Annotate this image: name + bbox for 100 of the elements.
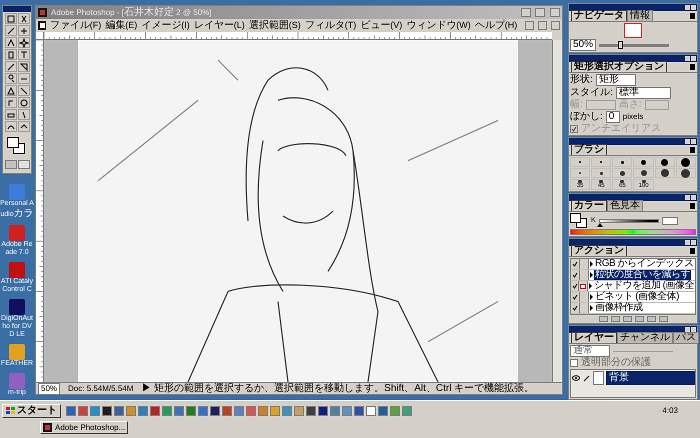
field-label: 高さ:	[618, 100, 642, 110]
tool-button[interactable]	[18, 37, 30, 48]
tool-button[interactable]	[18, 25, 30, 36]
palette-tab[interactable]: 矩形選択オプション	[571, 61, 667, 72]
action-checkbox[interactable]	[571, 292, 580, 302]
tool-icon	[6, 74, 16, 84]
menu-item[interactable]: レイヤー(L)	[194, 20, 245, 30]
palette-tab[interactable]: チャンネル	[617, 332, 673, 343]
tool-button[interactable]	[18, 97, 30, 108]
dialog-toggle[interactable]	[580, 292, 589, 302]
menu-item[interactable]: 選択範囲(S)	[248, 20, 301, 30]
menu-item[interactable]: フィルタ(T)	[304, 20, 356, 30]
width-field[interactable]	[586, 100, 616, 110]
palette-tab[interactable]: カラー	[571, 200, 607, 211]
tool-button[interactable]	[4, 121, 16, 132]
tool-button[interactable]	[4, 73, 16, 84]
maximize-button[interactable]	[535, 8, 545, 17]
palette-tab[interactable]: 情報	[627, 10, 653, 21]
menu-item[interactable]: 編集(E)	[105, 20, 138, 30]
dialog-toggle[interactable]	[580, 303, 589, 313]
tool-icon	[18, 14, 28, 24]
field-label: 透明部分の保護	[581, 358, 651, 368]
action-checkbox[interactable]	[571, 270, 580, 280]
status-message: ▶ 矩形の範囲を選択するか、選択範囲を移動します。Shift、Alt、Ctrl キーで機能拡張。	[141, 384, 534, 394]
navigator-thumbnail	[624, 23, 642, 38]
palette-tab[interactable]: 色見本	[607, 200, 643, 211]
field-label: ぼかし:	[570, 112, 603, 122]
windows-logo-icon	[6, 407, 15, 415]
tool-button[interactable]	[4, 25, 16, 36]
tool-button[interactable]	[18, 85, 30, 96]
menu-item[interactable]: ビュー(V)	[360, 20, 402, 30]
action-checkbox[interactable]	[571, 259, 580, 269]
brush-icon	[582, 374, 591, 382]
field-label: アンチエイリアス	[581, 124, 661, 134]
desktop-app-icon[interactable]	[9, 298, 25, 315]
tool-button[interactable]	[4, 37, 16, 48]
tool-button[interactable]	[4, 49, 16, 60]
tool-button[interactable]	[4, 13, 16, 24]
tool-button[interactable]	[18, 109, 30, 120]
document-size[interactable]: Doc: 5.54M/5.54M	[68, 384, 134, 392]
action-item[interactable]: 粒状の度合いを減らす	[594, 270, 691, 280]
slider-thumb[interactable]	[618, 40, 624, 48]
value-field[interactable]	[662, 216, 678, 224]
action-item[interactable]: ビネット (画像全体)	[594, 292, 680, 302]
menu-item[interactable]: イメージ(I)	[141, 20, 190, 30]
shape-dropdown[interactable]: 矩形	[596, 74, 636, 86]
action-item[interactable]: 画像枠作成	[594, 303, 644, 313]
color-spectrum-bar[interactable]	[570, 229, 696, 235]
dialog-toggle[interactable]	[580, 259, 589, 269]
palette-title-bar	[3, 6, 31, 12]
action-item[interactable]: RGB からインデックス	[594, 259, 694, 269]
color-swatches-icon[interactable]	[570, 213, 588, 228]
blend-mode-dropdown[interactable]: 通常	[570, 345, 610, 357]
brush-tip-icon[interactable]	[620, 170, 625, 176]
tool-button[interactable]	[4, 85, 16, 96]
tool-button[interactable]	[4, 109, 16, 120]
palette-tab[interactable]: アクション	[571, 245, 627, 256]
start-button[interactable]: スタート	[2, 404, 61, 418]
tool-button[interactable]	[4, 61, 16, 72]
dialog-toggle[interactable]	[579, 281, 588, 291]
unit-label: pixels	[622, 113, 644, 121]
zoom-field[interactable]: 50%	[38, 382, 60, 394]
menu-item[interactable]: ヘルプ(H)	[474, 20, 518, 30]
tool-button[interactable]	[18, 73, 30, 84]
restore-button[interactable]	[538, 21, 548, 30]
action-checkbox[interactable]	[571, 281, 580, 291]
palette-tab[interactable]: パス	[673, 332, 699, 343]
menu-item[interactable]: ウィンドウ(W)	[406, 20, 471, 30]
photoshop-app-icon	[38, 8, 47, 17]
desktop-app-icon[interactable]	[9, 344, 25, 360]
style-dropdown[interactable]: 標準	[616, 87, 671, 99]
palette-tab[interactable]: ナビゲータ	[571, 10, 627, 21]
tool-button[interactable]	[4, 97, 16, 108]
action-item[interactable]: シャドウを追加 (画像全	[592, 281, 695, 291]
tool-button[interactable]	[18, 49, 30, 60]
height-field[interactable]	[644, 100, 669, 110]
brush-tip-icon[interactable]	[600, 172, 603, 174]
tool-button[interactable]	[18, 13, 30, 24]
palette-tab[interactable]: レイヤー	[571, 332, 617, 343]
feather-field[interactable]: 0	[606, 111, 620, 123]
tool-icon	[18, 26, 28, 36]
tool-button[interactable]	[18, 61, 30, 72]
layer-item[interactable]: 背景	[606, 371, 695, 385]
clock: 4:03	[662, 405, 678, 417]
vertical-scrollbar[interactable]	[552, 40, 562, 382]
brush-tip-icon[interactable]	[620, 160, 624, 164]
preserve-checkbox[interactable]	[570, 359, 578, 367]
dialog-toggle[interactable]	[580, 270, 589, 280]
field-label: スタイル:	[570, 88, 613, 98]
document-icon	[38, 21, 46, 30]
taskbar-button[interactable]: Adobe Photoshop...	[40, 421, 128, 434]
field-label: 幅:	[570, 100, 583, 110]
photoshop-app-icon	[43, 423, 52, 432]
zoom-field[interactable]: 50%	[570, 39, 596, 51]
window-title: Adobe Photoshop - [石井木好定 2 @ 50%]	[51, 8, 212, 18]
action-checkbox[interactable]	[571, 303, 580, 313]
tool-button[interactable]	[18, 121, 30, 132]
menu-item[interactable]: ファイル(F)	[50, 20, 102, 30]
palette-tab[interactable]: ブラシ	[571, 144, 607, 155]
eye-icon[interactable]	[571, 374, 580, 382]
